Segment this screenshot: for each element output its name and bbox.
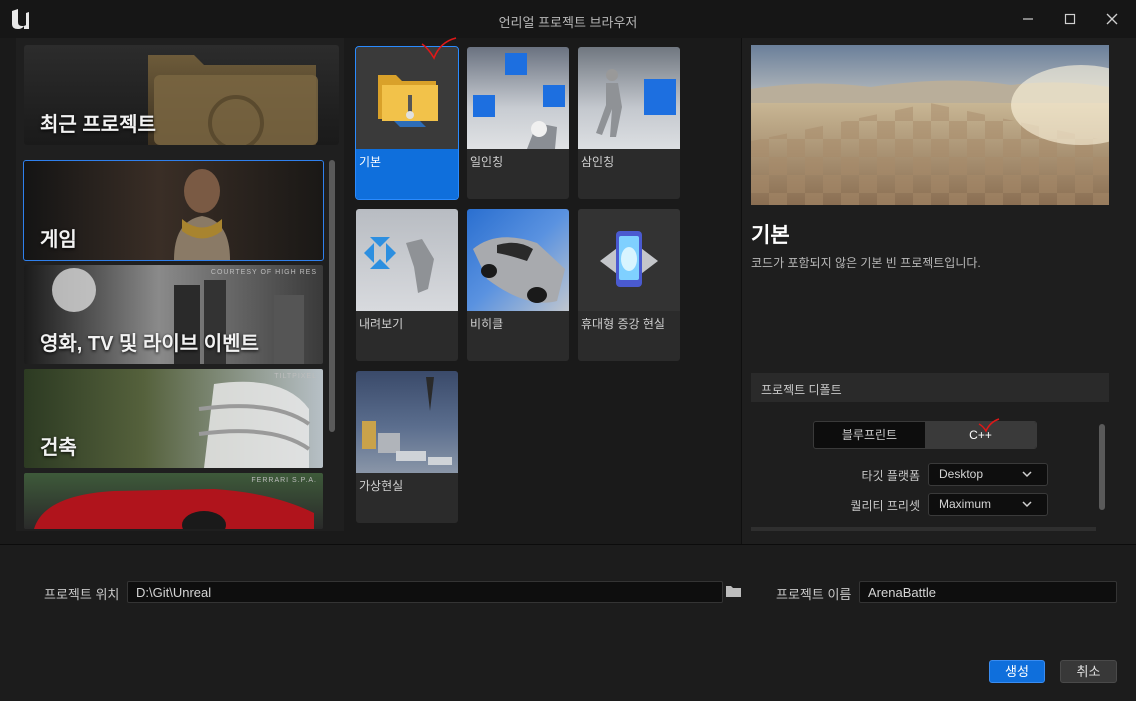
project-name-input[interactable] — [860, 582, 1116, 602]
template-handheld-ar[interactable]: 휴대형 증강 현실 — [578, 209, 680, 361]
recent-projects-label: 최근 프로젝트 — [40, 114, 156, 136]
vr-scene — [362, 377, 452, 465]
chevron-down-icon — [1022, 471, 1032, 478]
image-credit: COURTESY OF HIGH RES — [210, 269, 317, 276]
top-down-scene — [364, 237, 434, 293]
quality-preset-value: Maximum — [939, 497, 992, 511]
window-title: 언리얼 프로젝트 브라우저 — [498, 15, 638, 30]
template-thumbnail — [578, 47, 680, 149]
annotation-checkmark-icon — [421, 37, 457, 60]
template-top-down[interactable]: 내려보기 — [356, 209, 458, 361]
template-thumbnail — [356, 371, 458, 473]
quality-preset-dropdown[interactable]: Maximum — [928, 493, 1048, 516]
category-label: 게임 — [40, 229, 77, 251]
template-label: 일인칭 — [470, 155, 504, 169]
template-label: 가상현실 — [359, 479, 404, 493]
category-game[interactable]: 게임 — [23, 160, 324, 261]
project-defaults-header[interactable]: 프로젝트 디폴트 — [751, 373, 1109, 402]
preview-scene — [751, 45, 1109, 205]
template-thumbnail — [467, 209, 569, 311]
template-third-person[interactable]: 삼인칭 — [578, 47, 680, 199]
template-first-person[interactable]: 일인칭 — [467, 47, 569, 199]
third-person-scene — [596, 69, 676, 137]
quality-preset-label: 퀄리티 프리셋 — [850, 499, 920, 513]
recent-projects-card[interactable]: 최근 프로젝트 — [24, 45, 339, 145]
first-person-scene — [473, 53, 565, 149]
template-title: 기본 — [751, 224, 790, 247]
target-platform-value: Desktop — [939, 467, 984, 481]
project-location-field[interactable] — [127, 581, 723, 603]
project-name-field[interactable] — [859, 581, 1117, 603]
template-label: 휴대형 증강 현실 — [581, 317, 665, 331]
project-defaults-label: 프로젝트 디폴트 — [761, 383, 842, 397]
close-button[interactable] — [1096, 6, 1128, 32]
handheld-ar-icon — [600, 231, 658, 287]
project-location-input[interactable] — [128, 582, 722, 602]
project-type-toggle[interactable]: 블루프린트 C++ — [813, 421, 1037, 449]
project-name-label: 프로젝트 이름 — [776, 587, 852, 602]
chevron-down-icon — [1022, 501, 1032, 508]
folder-icon — [726, 586, 741, 597]
details-scrollbar[interactable] — [1099, 424, 1105, 510]
category-automotive[interactable]: FERRARI S.P.A. — [24, 473, 323, 529]
template-thumbnail — [356, 209, 458, 311]
template-label: 비히클 — [470, 317, 504, 331]
blueprint-option[interactable]: 블루프린트 — [814, 422, 925, 448]
category-label: 건축 — [40, 437, 77, 459]
minimize-icon — [1023, 18, 1033, 20]
template-vehicle[interactable]: 비히클 — [467, 209, 569, 361]
template-preview-image — [751, 45, 1109, 205]
browse-folder-button[interactable] — [725, 584, 743, 603]
template-description: 코드가 포함되지 않은 기본 빈 프로젝트입니다. — [751, 256, 981, 270]
maximize-button[interactable] — [1054, 6, 1086, 32]
minimize-button[interactable] — [1012, 6, 1044, 32]
template-label: 삼인칭 — [581, 155, 615, 169]
category-film[interactable]: COURTESY OF HIGH RES 영화, TV 및 라이브 이벤트 — [24, 265, 323, 364]
template-label: 내려보기 — [359, 317, 404, 331]
bottom-panel — [0, 545, 1136, 701]
title-bar: 언리얼 프로젝트 브라우저 — [0, 0, 1136, 38]
cancel-button[interactable]: 취소 — [1060, 660, 1117, 683]
image-credit: FERRARI S.P.A. — [251, 477, 317, 484]
annotation-checkmark-icon — [978, 418, 1000, 433]
target-platform-dropdown[interactable]: Desktop — [928, 463, 1048, 486]
category-label: 영화, TV 및 라이브 이벤트 — [40, 333, 259, 355]
maximize-icon — [1064, 13, 1076, 25]
template-blank[interactable]: 기본 — [355, 46, 459, 200]
project-location-label: 프로젝트 위치 — [44, 587, 120, 602]
create-button[interactable]: 생성 — [989, 660, 1045, 683]
category-scrollbar[interactable] — [329, 160, 335, 432]
template-virtual-reality[interactable]: 가상현실 — [356, 371, 458, 523]
template-label: 기본 — [359, 155, 382, 169]
vehicle-scene — [473, 237, 565, 303]
template-thumbnail — [467, 47, 569, 149]
template-thumbnail — [578, 209, 680, 311]
category-architecture[interactable]: TILTPIXEL 건축 — [24, 369, 323, 468]
target-platform-label: 타깃 플랫폼 — [861, 469, 920, 483]
close-icon — [1106, 13, 1118, 25]
clipped-property-row — [751, 527, 1096, 531]
image-credit: TILTPIXEL — [274, 373, 317, 380]
